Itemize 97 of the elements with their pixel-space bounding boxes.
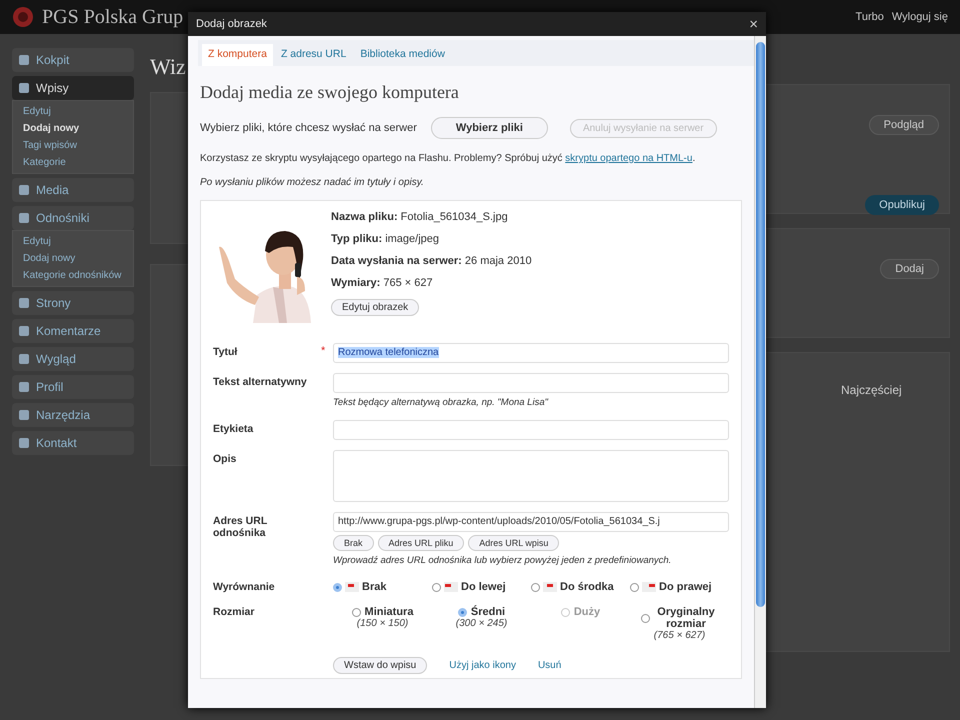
tab[interactable]: Z adresu URL <box>274 44 352 66</box>
site-title: PGS Polska Grup <box>42 6 184 28</box>
field-label: Adres URL odnośnika <box>213 514 268 539</box>
scrollbar[interactable] <box>754 36 766 708</box>
link-preset-button[interactable]: Adres URL wpisu <box>468 535 560 551</box>
option-label: Oryginalny rozmiar <box>656 606 716 630</box>
field-help: Tekst będący alternatywą obrazka, np. "Mona Lisa" <box>333 396 550 410</box>
file-meta: Typ pliku: image/jpeg <box>331 233 440 245</box>
description-field[interactable] <box>333 450 729 502</box>
close-button[interactable]: × <box>749 16 758 32</box>
sidebar-item[interactable]: Kontakt <box>12 431 134 455</box>
field-label: Opis <box>213 452 238 465</box>
field-help: Wprowadź adres URL odnośnika lub wybierz powyżej jeden z predefiniowanych. <box>333 554 672 568</box>
tile-icon <box>18 381 30 393</box>
sidebar-subitem[interactable]: Dodaj nowy <box>13 120 133 137</box>
tile-icon <box>18 212 30 224</box>
choose-label: Wybierz pliki, które chcesz wysłać na serwer <box>200 122 417 134</box>
scroll-thumb[interactable] <box>756 42 765 607</box>
text-field[interactable]: Rozmowa telefoniczna <box>333 343 729 363</box>
sidebar-item[interactable]: Narzędzia <box>12 403 134 427</box>
sidebar-item[interactable]: Odnośniki <box>12 206 134 230</box>
size-dimensions: (150 × 150) <box>356 618 408 629</box>
logo-icon <box>12 6 34 28</box>
radio-button[interactable] <box>432 582 441 592</box>
field-label: Etykieta <box>213 422 254 435</box>
choose-files-button[interactable]: Wybierz pliki <box>430 117 548 139</box>
tab[interactable]: Z komputera <box>202 44 273 66</box>
delete-link[interactable]: Usuń <box>538 660 562 671</box>
field-label: Wyrównanie <box>213 580 276 593</box>
option-label: Duży <box>574 606 600 618</box>
tile-icon <box>18 353 30 365</box>
size-dimensions: (300 × 245) <box>456 618 508 629</box>
sidebar-subitem[interactable]: Tagi wpisów <box>13 137 133 154</box>
tile-icon <box>18 82 30 94</box>
tile-icon <box>18 184 30 196</box>
admin-link[interactable]: Turbo <box>856 11 884 23</box>
text-field[interactable] <box>333 420 729 440</box>
radio-button[interactable] <box>531 582 540 592</box>
radio-button[interactable] <box>630 582 639 592</box>
sidebar-subitem[interactable]: Dodaj nowy <box>13 250 133 267</box>
text-field[interactable] <box>333 373 729 393</box>
category-tab[interactable]: Najczęściej <box>841 383 902 397</box>
url-field[interactable]: http://www.grupa-pgs.pl/wp-content/uploads/2010/05/Fotolia_561034_S.j <box>333 512 729 532</box>
option-label: Średni <box>470 606 506 618</box>
alignment-icon <box>444 582 458 592</box>
required-mark: * <box>321 345 326 357</box>
tile-icon <box>18 325 30 337</box>
publish-button[interactable]: Opublikuj <box>865 195 939 215</box>
sidebar-item[interactable]: Profil <box>12 375 134 399</box>
sidebar-subitem[interactable]: Edytuj <box>13 233 133 250</box>
upload-hint: Po wysłaniu plików możesz nadać im tytuły i opisy. <box>200 176 425 190</box>
admin-link[interactable]: Wyloguj się <box>892 11 948 23</box>
insert-button[interactable]: Wstaw do wpisu <box>333 657 428 674</box>
add-button[interactable]: Dodaj <box>880 259 939 279</box>
sidebar-item[interactable]: Wpisy <box>12 76 134 100</box>
tile-icon <box>18 409 30 421</box>
option-label: Do lewej <box>461 581 506 593</box>
edit-image-button[interactable]: Edytuj obrazek <box>331 299 420 316</box>
sidebar-subitem[interactable]: Kategorie odnośników <box>13 267 133 284</box>
sidebar-item[interactable]: Media <box>12 178 134 202</box>
file-meta: Data wysłania na serwer: 26 maja 2010 <box>331 255 532 267</box>
alignment-icon <box>642 582 656 592</box>
size-dimensions: (765 × 627) <box>654 630 706 641</box>
radio-button[interactable] <box>333 582 342 592</box>
preview-button[interactable]: Podgląd <box>868 115 939 135</box>
sidebar-item[interactable]: Strony <box>12 291 134 315</box>
radio-button[interactable] <box>641 614 650 622</box>
flash-note: Korzystasz ze skryptu wysyłającego opartego na Flashu. Problemy? Spróbuj użyć skryptu opartego na HTML-u. <box>200 152 696 166</box>
link-preset-button[interactable]: Adres URL pliku <box>378 535 464 551</box>
use-as-thumbnail-link[interactable]: Użyj jako ikony <box>449 660 516 671</box>
file-meta: Nazwa pliku: Fotolia_561034_S.jpg <box>331 211 508 223</box>
option-label: Do środka <box>560 581 614 593</box>
dialog-heading: Dodaj media ze swojego komputera <box>200 82 460 103</box>
sidebar-item[interactable]: Kokpit <box>12 48 134 72</box>
page-title: Wiz <box>150 54 186 80</box>
field-label: Rozmiar <box>213 605 256 618</box>
sidebar-item[interactable]: Wygląd <box>12 347 134 371</box>
alignment-icon <box>543 582 557 592</box>
radio-button[interactable] <box>352 608 361 616</box>
option-label: Brak <box>362 581 386 593</box>
tile-icon <box>18 54 30 66</box>
sidebar-subitem[interactable]: Kategorie <box>13 154 133 171</box>
file-meta: Wymiary: 765 × 627 <box>331 277 433 289</box>
tile-icon <box>18 437 30 449</box>
sidebar-subitem[interactable]: Edytuj <box>13 103 133 120</box>
option-label: Miniatura <box>364 606 414 618</box>
dialog-title: Dodaj obrazek <box>196 18 267 30</box>
radio-button[interactable] <box>458 608 467 616</box>
sidebar-item[interactable]: Komentarze <box>12 319 134 343</box>
link-preset-button[interactable]: Brak <box>333 535 374 551</box>
html-uploader-link[interactable]: skryptu opartego na HTML-u <box>565 153 692 164</box>
field-label: Tekst alternatywny <box>213 375 308 388</box>
alignment-icon <box>345 582 359 592</box>
tile-icon <box>18 297 30 309</box>
option-label: Do prawej <box>659 581 712 593</box>
field-label: Tytuł <box>213 345 238 358</box>
tab[interactable]: Biblioteka mediów <box>354 44 451 66</box>
